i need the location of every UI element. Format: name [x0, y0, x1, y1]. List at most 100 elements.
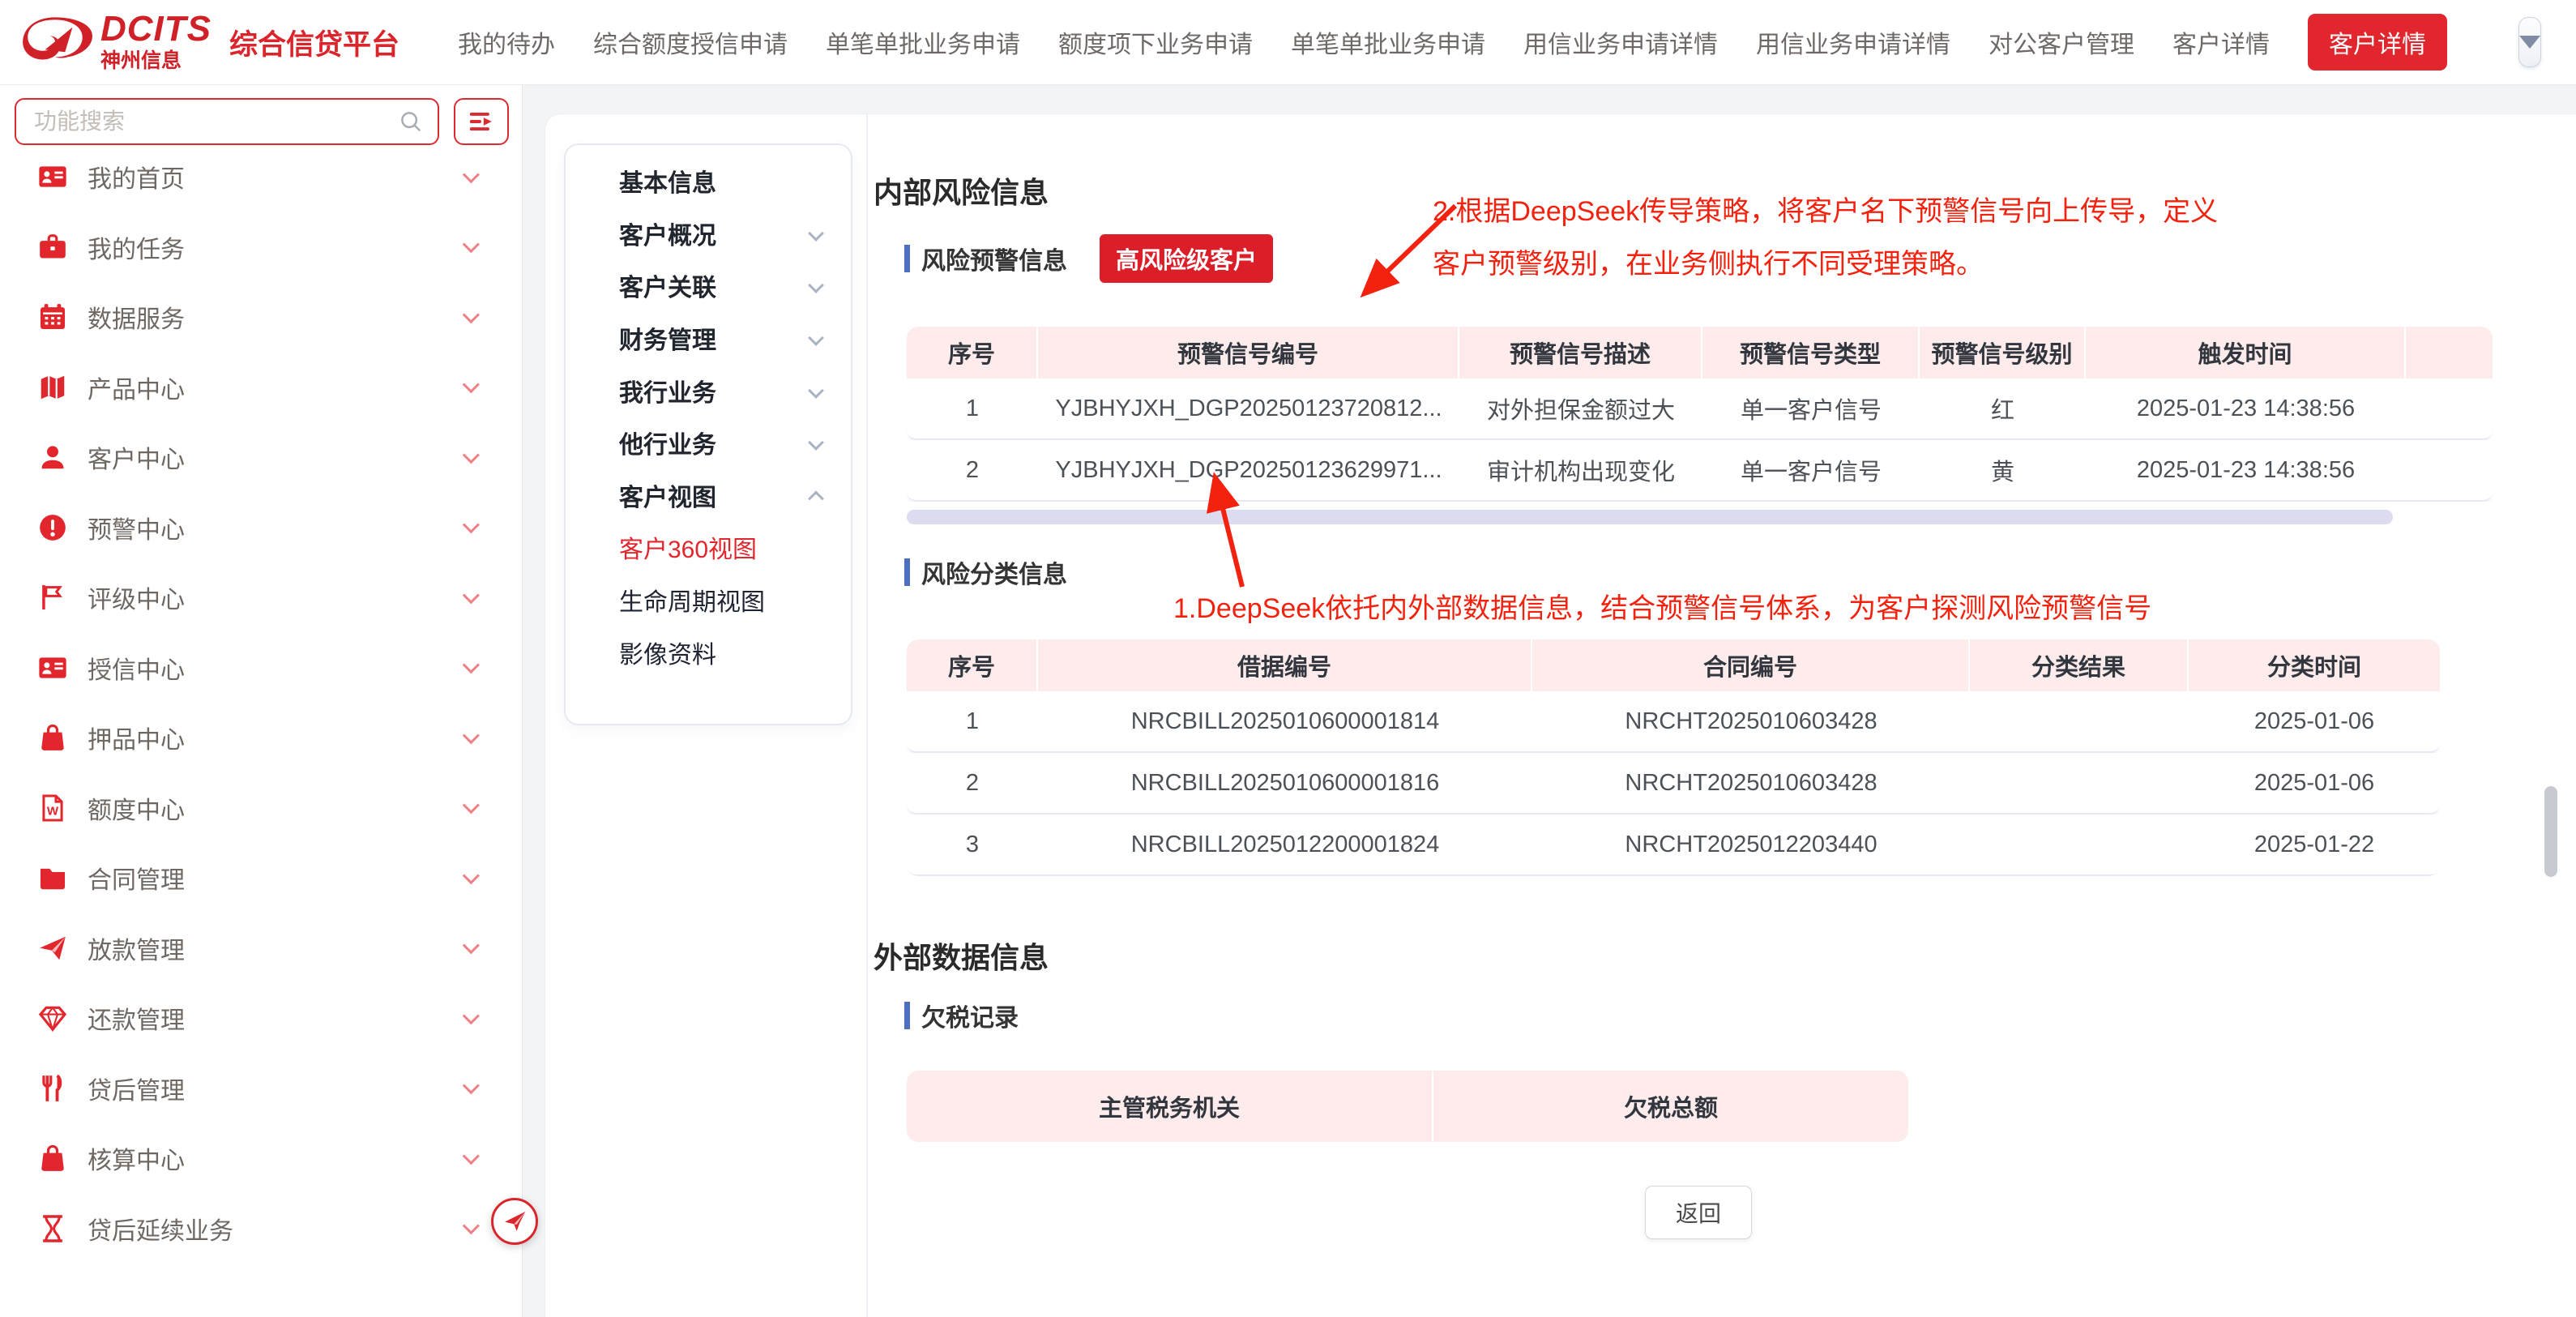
topnav-item-4[interactable]: 单笔单批业务申请	[1291, 24, 1485, 60]
svg-text:W: W	[47, 804, 59, 818]
sidebar-item-5[interactable]: 预警中心	[0, 493, 522, 563]
risk-classification-table: 序号借据编号合同编号分类结果分类时间1NRCBILL20250106000018…	[907, 639, 2440, 876]
topnav-item-0[interactable]: 我的待办	[458, 24, 555, 60]
sidebar-item-label: 额度中心	[88, 790, 185, 826]
subnav-item-7[interactable]: 客户360视图	[566, 521, 851, 574]
sidebar-item-4[interactable]: 客户中心	[0, 422, 522, 493]
sidebar-item-1[interactable]: 我的任务	[0, 212, 522, 283]
table-cell: 单一客户信号	[1702, 440, 1920, 500]
sidebar-item-6[interactable]: 评级中心	[0, 562, 522, 633]
chevron-down-icon	[463, 1077, 480, 1094]
sidebar-menu: 我的首页我的任务数据服务产品中心客户中心预警中心评级中心授信中心押品中心 W 额度中…	[0, 142, 522, 1264]
table-cell: NRCBILL2025012200001824	[1038, 815, 1532, 874]
sidebar-item-14[interactable]: 核算中心	[0, 1123, 522, 1194]
horizontal-scrollbar[interactable]	[907, 510, 2393, 524]
table-cell: NRCHT2025012203440	[1532, 815, 1970, 874]
subnav-item-1[interactable]: 客户概况	[566, 207, 851, 260]
sidebar-item-7[interactable]: 授信中心	[0, 633, 522, 703]
docw-icon: W	[37, 793, 68, 823]
vertical-scrollbar[interactable]	[2544, 786, 2557, 877]
table-cell: 对外担保金额过大	[1459, 378, 1702, 438]
main-content: 内部风险信息 风险预警信息 高风险级客户 2.根据DeepSeek传导策略，将客…	[874, 114, 2576, 1317]
sidebar-item-label: 客户中心	[88, 439, 185, 475]
table-cell: YJBHYJXH_DGP20250123720812...	[1038, 378, 1459, 438]
table-row[interactable]: 1NRCBILL2025010600001814NRCHT20250106034…	[907, 691, 2440, 753]
sidebar-item-15[interactable]: 贷后延续业务	[0, 1194, 522, 1264]
table-cell: 2025-01-23 14:38:56	[2086, 378, 2406, 438]
collapse-sidebar-button[interactable]	[491, 1198, 538, 1245]
subnav-item-label: 影像资料	[619, 635, 716, 670]
calendar-icon	[37, 301, 68, 332]
subnav-item-5[interactable]: 他行业务	[566, 417, 851, 469]
left-sidebar: 我的首页我的任务数据服务产品中心客户中心预警中心评级中心授信中心押品中心 W 额度中…	[0, 85, 523, 1317]
menu-list-button[interactable]	[454, 98, 509, 145]
column-header: 预警信号类型	[1702, 327, 1920, 378]
sidebar-item-13[interactable]: 贷后管理	[0, 1054, 522, 1124]
sidebar-item-3[interactable]: 产品中心	[0, 353, 522, 423]
topnav-item-3[interactable]: 额度项下业务申请	[1058, 24, 1253, 60]
chevron-down-icon	[463, 937, 480, 954]
risk-warning-subtitle: 风险预警信息	[921, 241, 1067, 276]
topnav-item-8[interactable]: 客户详情	[2172, 24, 2270, 60]
table-cell: 黄	[1920, 440, 2086, 500]
subnav-item-4[interactable]: 我行业务	[566, 364, 851, 417]
column-header: 欠税总额	[1433, 1071, 1908, 1142]
subnav-item-0[interactable]: 基本信息	[566, 155, 851, 207]
column-header: 分类时间	[2189, 639, 2440, 691]
subnav-item-2[interactable]: 客户关联	[566, 259, 851, 312]
risk-classification-subtitle-row: 风险分类信息	[904, 554, 1067, 590]
tab-customer-detail-active[interactable]: 客户详情	[2308, 14, 2447, 71]
topnav-item-6[interactable]: 用信业务申请详情	[1756, 24, 1950, 60]
customer-subnav: 基本信息客户概况客户关联财务管理我行业务他行业务客户视图客户360视图生命周期视…	[564, 143, 852, 725]
table-cell: 2025-01-23 14:38:56	[2086, 440, 2406, 500]
chevron-down-icon	[808, 434, 824, 451]
credit-platform-screen: DCITS 神州信息 综合信贷平台 我的待办综合额度授信申请单笔单批业务申请额度…	[0, 0, 2576, 1317]
subnav-item-8[interactable]: 生命周期视图	[566, 574, 851, 626]
sidebar-item-11[interactable]: 放款管理	[0, 913, 522, 984]
table-row[interactable]: 2NRCBILL2025010600001816NRCHT20250106034…	[907, 753, 2440, 815]
table-row[interactable]: 3NRCBILL2025012200001824NRCHT20250122034…	[907, 815, 2440, 876]
topnav-item-2[interactable]: 单笔单批业务申请	[826, 24, 1020, 60]
subnav-item-9[interactable]: 影像资料	[566, 626, 851, 678]
sidebar-item-8[interactable]: 押品中心	[0, 703, 522, 773]
top-nav: 我的待办 综合额度授信申请 单笔单批业务申请 额度项下业务申请 单笔单批业务申请 用信业务…	[458, 24, 2270, 60]
search-input[interactable]	[16, 109, 399, 135]
tax-record-subtitle-row: 欠税记录	[904, 998, 1019, 1033]
table-cell: 红	[1920, 378, 2086, 438]
blue-bar	[904, 1002, 910, 1029]
table-cell: 2025-01-06	[2189, 691, 2440, 751]
subnav-item-label: 生命周期视图	[619, 582, 765, 618]
sidebar-item-label: 押品中心	[88, 720, 185, 755]
blue-bar	[904, 245, 910, 272]
topnav-item-1[interactable]: 综合额度授信申请	[593, 24, 788, 60]
sidebar-item-10[interactable]: 合同管理	[0, 843, 522, 913]
chevron-down-icon	[808, 330, 824, 346]
subnav-item-3[interactable]: 财务管理	[566, 312, 851, 365]
dcits-swirl-icon	[18, 12, 92, 72]
sidebar-item-9[interactable]: W 额度中心	[0, 773, 522, 844]
sidebar-item-0[interactable]: 我的首页	[0, 142, 522, 212]
table-cell	[1970, 815, 2189, 874]
idcard-icon	[37, 161, 68, 192]
table-cell	[1970, 691, 2189, 751]
hamburger-arrow-icon	[468, 108, 495, 135]
table-row[interactable]: 1YJBHYJXH_DGP20250123720812...对外担保金额过大单一…	[907, 378, 2493, 440]
chevron-down-icon	[463, 1217, 480, 1234]
chevron-down-icon	[463, 376, 480, 393]
sidebar-item-label: 放款管理	[88, 930, 185, 966]
back-button[interactable]: 返回	[1645, 1186, 1752, 1239]
top-bar: DCITS 神州信息 综合信贷平台 我的待办综合额度授信申请单笔单批业务申请额度…	[0, 0, 2576, 85]
table-cell: NRCBILL2025010600001814	[1038, 691, 1532, 751]
subnav-item-label: 客户360视图	[619, 529, 757, 565]
sidebar-item-12[interactable]: 还款管理	[0, 983, 522, 1054]
subnav-item-6[interactable]: 客户视图	[566, 469, 851, 522]
topnav-item-7[interactable]: 对公客户管理	[1989, 24, 2134, 60]
tabs-dropdown-button[interactable]	[2518, 17, 2541, 67]
chevron-down-icon	[463, 1148, 480, 1165]
sidebar-item-2[interactable]: 数据服务	[0, 282, 522, 353]
table-header-row: 序号借据编号合同编号分类结果分类时间	[907, 639, 2440, 691]
table-row[interactable]: 2YJBHYJXH_DGP20250123629971...审计机构出现变化单一…	[907, 440, 2493, 502]
topnav-item-5[interactable]: 用信业务申请详情	[1523, 24, 1718, 60]
risk-classification-subtitle: 风险分类信息	[921, 554, 1067, 590]
subnav-item-label: 基本信息	[619, 163, 716, 199]
